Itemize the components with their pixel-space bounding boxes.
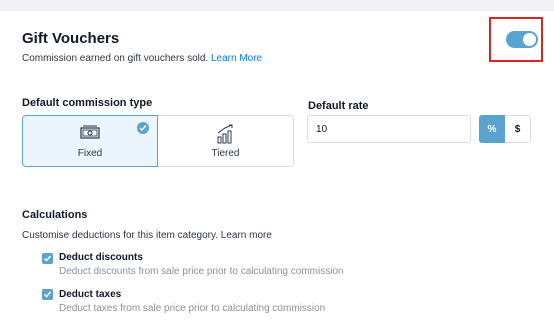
calculations-label: Calculations (22, 209, 88, 221)
commission-type-label: Default commission type (22, 97, 153, 109)
subtitle-text: Commission earned on gift vouchers sold. (22, 53, 209, 64)
cash-icon (80, 124, 100, 145)
deduct-taxes-title: Deduct taxes (59, 289, 122, 300)
tiered-chart-icon (216, 124, 236, 149)
deduct-discounts-checkbox[interactable] (42, 253, 53, 264)
deduct-taxes-checkbox[interactable] (42, 289, 53, 300)
section-title: Gift Vouchers (22, 30, 120, 47)
learn-more-link[interactable]: Learn More (211, 53, 262, 64)
commission-type-tiered[interactable]: Tiered (158, 115, 294, 167)
top-strip (0, 0, 554, 11)
toggle-knob (523, 33, 536, 46)
deduct-discounts-description: Deduct discounts from sale price prior t… (59, 266, 344, 277)
checkmark-icon (43, 255, 52, 262)
enable-toggle[interactable] (506, 31, 538, 48)
deduct-taxes-description: Deduct taxes from sale price prior to ca… (59, 303, 326, 314)
default-rate-label: Default rate (308, 100, 369, 112)
unit-dollar-button[interactable]: $ (505, 115, 531, 143)
checkmark-icon (43, 291, 52, 298)
selected-check-icon (137, 122, 149, 134)
unit-percent-button[interactable]: % (479, 115, 505, 143)
commission-type-fixed[interactable]: Fixed (22, 115, 158, 167)
deduct-discounts-title: Deduct discounts (59, 252, 143, 263)
fixed-label: Fixed (77, 148, 103, 159)
section-subtitle: Commission earned on gift vouchers sold.… (22, 53, 262, 64)
calculations-description: Customise deductions for this item categ… (22, 230, 272, 241)
tiered-label: Tiered (211, 148, 240, 159)
default-rate-input[interactable] (307, 115, 471, 143)
